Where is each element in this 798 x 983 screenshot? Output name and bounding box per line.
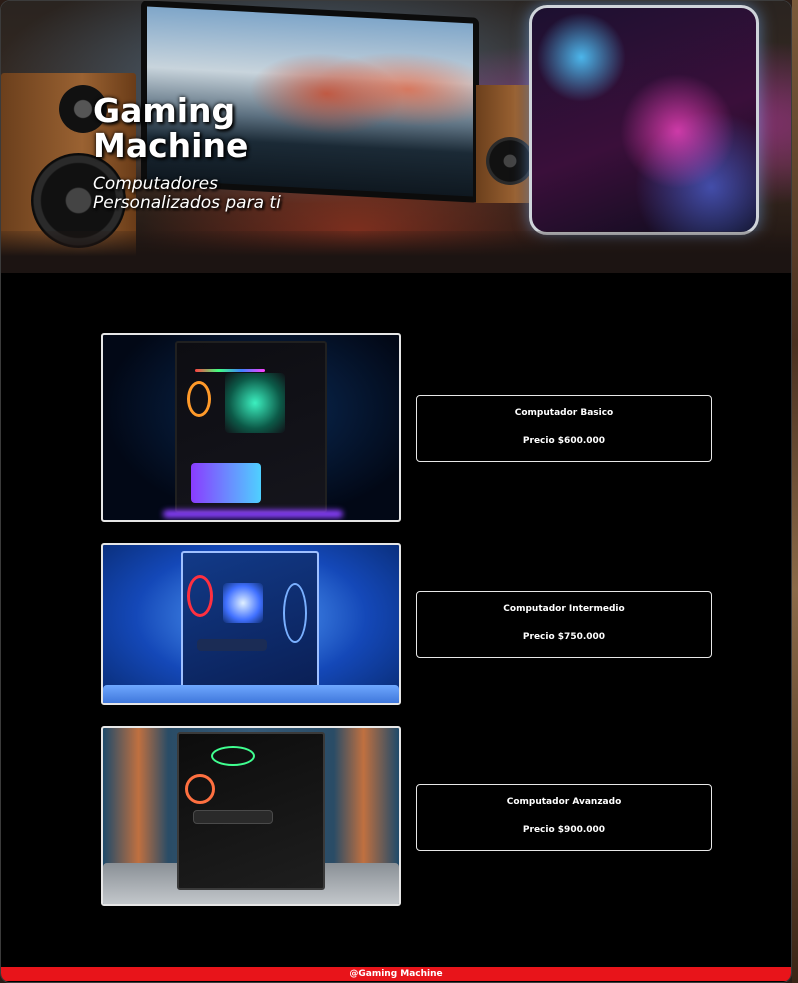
product-image-basico	[101, 333, 401, 522]
product-name: Computador Avanzado	[506, 797, 622, 807]
hero-desk	[1, 231, 791, 273]
product-name: Computador Basico	[514, 408, 614, 418]
product-card-basico[interactable]: Computador Basico Precio $600.000	[416, 395, 712, 462]
product-card-avanzado[interactable]: Computador Avanzado Precio $900.000	[416, 784, 712, 851]
product-price: Precio $750.000	[522, 632, 606, 642]
product-price: Precio $600.000	[522, 436, 606, 446]
product-image-avanzado	[101, 726, 401, 906]
hero-pc-case	[529, 5, 759, 235]
hero-banner: Gaming Machine Computadores Personalizad…	[1, 1, 791, 273]
product-card-intermedio[interactable]: Computador Intermedio Precio $750.000	[416, 591, 712, 658]
page-title: Gaming Machine	[93, 91, 249, 165]
product-price: Precio $900.000	[522, 825, 606, 835]
page-frame: Gaming Machine Computadores Personalizad…	[0, 0, 792, 983]
desktop-background-edge	[792, 0, 798, 983]
product-name: Computador Intermedio	[503, 604, 625, 614]
product-image-intermedio	[101, 543, 401, 705]
page-subtitle: Computadores Personalizados para ti	[93, 174, 281, 213]
footer: @Gaming Machine	[1, 967, 791, 981]
